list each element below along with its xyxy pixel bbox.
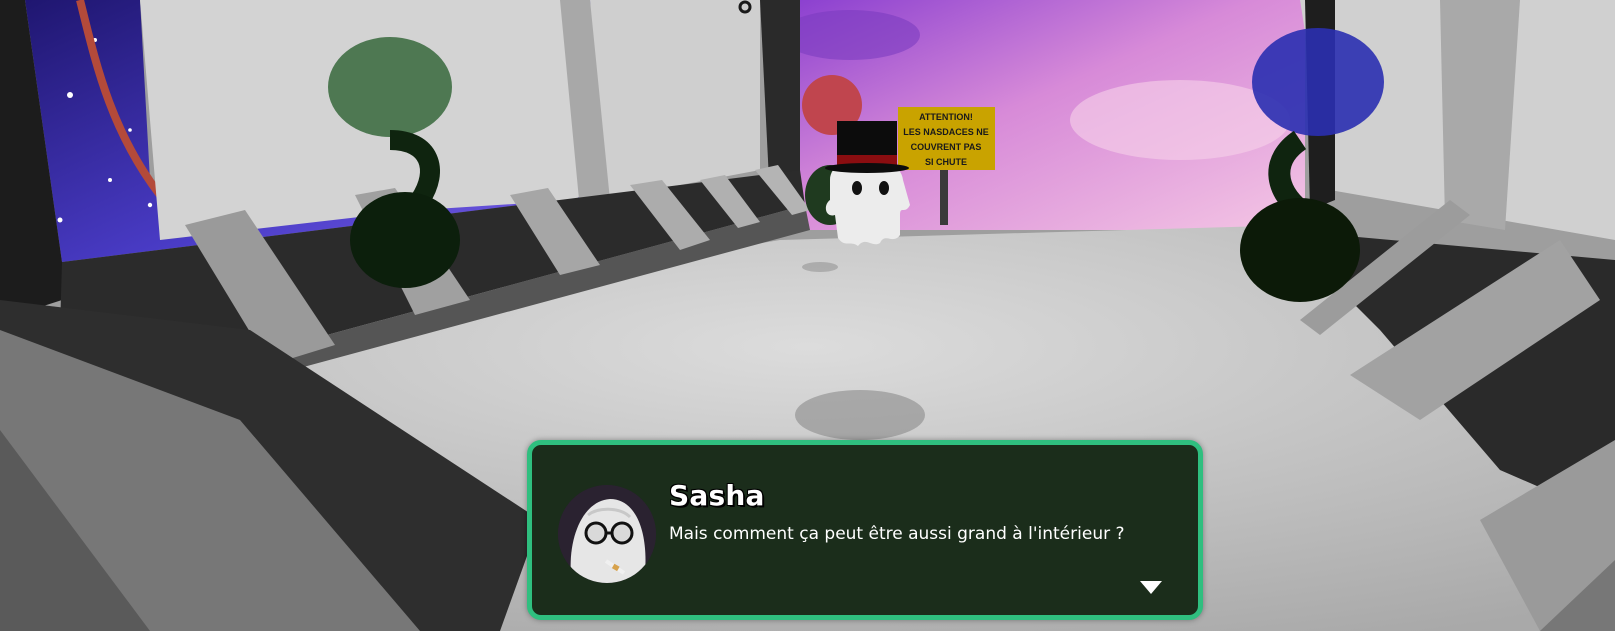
triangle-down-icon[interactable] (1140, 581, 1162, 594)
sign-line-4: SI CHUTE (925, 157, 967, 167)
speaker-name: Sasha (669, 479, 765, 512)
speaker-avatar (558, 485, 656, 583)
dialog-text: Mais comment ça peut être aussi grand à … (669, 524, 1125, 544)
dialog-box[interactable]: Sasha Mais comment ça peut être aussi gr… (527, 440, 1203, 620)
ghost-with-glasses-portrait-icon (558, 485, 656, 583)
sign-line-3: COUVRENT PAS (911, 142, 982, 152)
sign-line-1: ATTENTION! (919, 112, 973, 122)
sign-line-2: LES NASDACES NE (903, 127, 989, 137)
